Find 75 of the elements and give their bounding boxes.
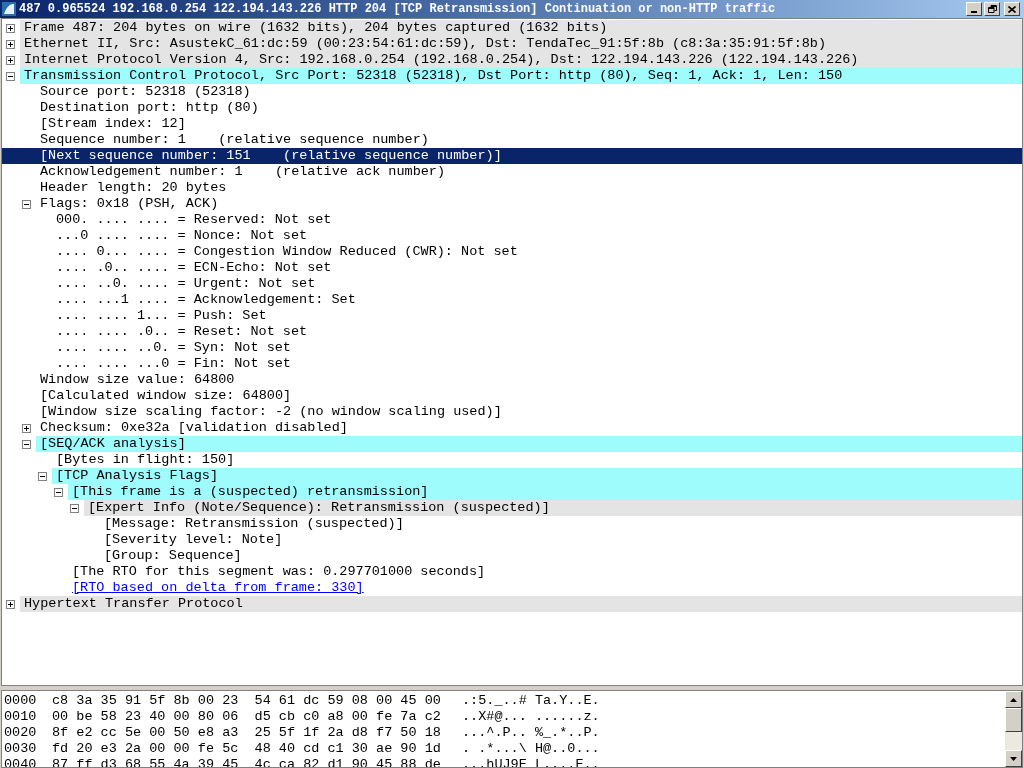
tree-item[interactable]: .... 0... .... = Congestion Window Reduced (CWR): Not set <box>52 244 520 260</box>
tree-item[interactable]: Hypertext Transfer Protocol <box>20 596 1022 612</box>
tree-item[interactable]: [Message: Retransmission (suspected)] <box>100 516 406 532</box>
offset-text: 0030 <box>3 741 38 757</box>
tree-item[interactable]: Frame 487: 204 bytes on wire (1632 bits), 204 bytes captured (1632 bits) <box>20 20 1022 36</box>
minimize-button[interactable] <box>966 2 982 16</box>
hex-bytes[interactable]: 8f e2 cc 5e 00 50 e8 a3 25 5f 1f 2a d8 f7 50 18 <box>52 725 462 741</box>
tree-item[interactable]: Window size value: 64800 <box>36 372 237 388</box>
restore-button[interactable] <box>984 2 1000 16</box>
frame-link[interactable]: [RTO based on delta from frame: 330] <box>68 580 366 596</box>
collapse-icon[interactable] <box>70 503 79 513</box>
tree-item[interactable]: .... .... ...0 = Fin: Not set <box>52 356 293 372</box>
up-arrow-icon <box>1010 697 1017 702</box>
tree-item[interactable]: [Severity level: Note] <box>100 532 285 548</box>
offset-text: 0010 <box>3 709 38 725</box>
expand-icon[interactable] <box>6 599 15 609</box>
tree-item[interactable]: [Window size scaling factor: -2 (no window scaling used)] <box>36 404 504 420</box>
tree-item[interactable]: Transmission Control Protocol, Src Port: 52318 (52318), Dst Port: http (80), Seq: 1, Ack: 1, Len: 150 <box>20 68 1022 84</box>
scroll-down-button[interactable] <box>1005 750 1022 767</box>
tree-item[interactable]: [The RTO for this segment was: 0.297701000 seconds] <box>68 564 488 580</box>
collapse-icon[interactable] <box>6 71 15 81</box>
tree-item[interactable]: Checksum: 0xe32a [validation disabled] <box>36 420 350 436</box>
collapse-icon[interactable] <box>38 471 47 481</box>
ascii-text[interactable]: . .*...\ H@..0... <box>462 741 600 757</box>
tree-item[interactable]: 000. .... .... = Reserved: Not set <box>52 212 334 228</box>
ascii-text[interactable]: .:5._..# Ta.Y..E. <box>462 693 600 709</box>
hex-bytes[interactable]: c8 3a 35 91 5f 8b 00 23 54 61 dc 59 08 00 45 00 <box>52 693 462 709</box>
collapse-icon[interactable] <box>22 199 31 209</box>
tree-item[interactable]: .... .... ..0. = Syn: Not set <box>52 340 293 356</box>
minimize-icon <box>971 11 977 13</box>
ascii-text[interactable]: ..X#@... ......z. <box>462 709 600 725</box>
tree-item[interactable]: .... .0.. .... = ECN-Echo: Not set <box>52 260 334 276</box>
tree-item[interactable]: [Calculated window size: 64800] <box>36 388 294 404</box>
ascii-text[interactable]: ...^.P.. %_.*..P. <box>462 725 600 741</box>
tree-item[interactable]: Ethernet II, Src: AsustekC_61:dc:59 (00:23:54:61:dc:59), Dst: TendaTec_91:5f:8b (c8:3a:35:91:5f:8b) <box>20 36 1022 52</box>
window-title: 487 0.965524 192.168.0.254 122.194.143.226 HTTP 204 [TCP Retransmission] Continuation or non-HTTP traffic <box>19 1 777 18</box>
expand-icon[interactable] <box>6 23 15 33</box>
tree-item[interactable]: [TCP Analysis Flags] <box>52 468 1022 484</box>
vertical-scrollbar[interactable] <box>1005 691 1022 767</box>
tree-item[interactable]: .... .... .0.. = Reset: Not set <box>52 324 310 340</box>
offset-text: 0000 <box>3 693 38 709</box>
tree-item[interactable]: Sequence number: 1 (relative sequence number) <box>36 132 431 148</box>
collapse-icon[interactable] <box>22 439 31 449</box>
tree-item[interactable]: [Bytes in flight: 150] <box>52 452 237 468</box>
tree-item[interactable]: [This frame is a (suspected) retransmission] <box>68 484 1022 500</box>
collapse-icon[interactable] <box>54 487 63 497</box>
expand-icon[interactable] <box>6 39 15 49</box>
app-fin-icon <box>2 2 16 16</box>
tree-item[interactable]: Source port: 52318 (52318) <box>36 84 253 100</box>
selected-row[interactable]: [Next sequence number: 151 (relative sequence number)] <box>2 148 1022 164</box>
tree-item[interactable]: [Stream index: 12] <box>36 116 188 132</box>
restore-icon <box>987 5 997 13</box>
tree-item[interactable]: .... ..0. .... = Urgent: Not set <box>52 276 318 292</box>
tree-item[interactable]: Acknowledgement number: 1 (relative ack number) <box>36 164 448 180</box>
tree-item[interactable]: ...0 .... .... = Nonce: Not set <box>52 228 310 244</box>
offset-text: 0020 <box>3 725 38 741</box>
hex-bytes[interactable]: 00 be 58 23 40 00 80 06 d5 cb c0 a8 00 fe 7a c2 <box>52 709 462 725</box>
tree-item[interactable]: Header length: 20 bytes <box>36 180 229 196</box>
tree-item[interactable]: .... ...1 .... = Acknowledgement: Set <box>52 292 358 308</box>
down-arrow-icon <box>1010 756 1017 761</box>
hex-bytes[interactable]: fd 20 e3 2a 00 00 fe 5c 48 40 cd c1 30 ae 90 1d <box>52 741 462 757</box>
tree-item[interactable]: [Expert Info (Note/Sequence): Retransmission (suspected)] <box>84 500 1022 516</box>
tree-item[interactable]: Destination port: http (80) <box>36 100 261 116</box>
expand-icon[interactable] <box>22 423 31 433</box>
tree-item[interactable]: Flags: 0x18 (PSH, ACK) <box>36 196 221 212</box>
tree-item[interactable]: [SEQ/ACK analysis] <box>36 436 1022 452</box>
expand-icon[interactable] <box>6 55 15 65</box>
tree-item[interactable]: Internet Protocol Version 4, Src: 192.168.0.254 (192.168.0.254), Dst: 122.194.143.226 (122.194.143.226) <box>20 52 1022 68</box>
tree-item[interactable]: [Group: Sequence] <box>100 548 244 564</box>
scroll-thumb[interactable] <box>1005 708 1022 732</box>
close-icon <box>1008 5 1016 13</box>
scroll-up-button[interactable] <box>1005 691 1022 708</box>
tree-item-text: [Next sequence number: 151 (relative sequence number)] <box>39 148 503 164</box>
tree-item[interactable]: .... .... 1... = Push: Set <box>52 308 269 324</box>
close-button[interactable] <box>1004 2 1020 16</box>
